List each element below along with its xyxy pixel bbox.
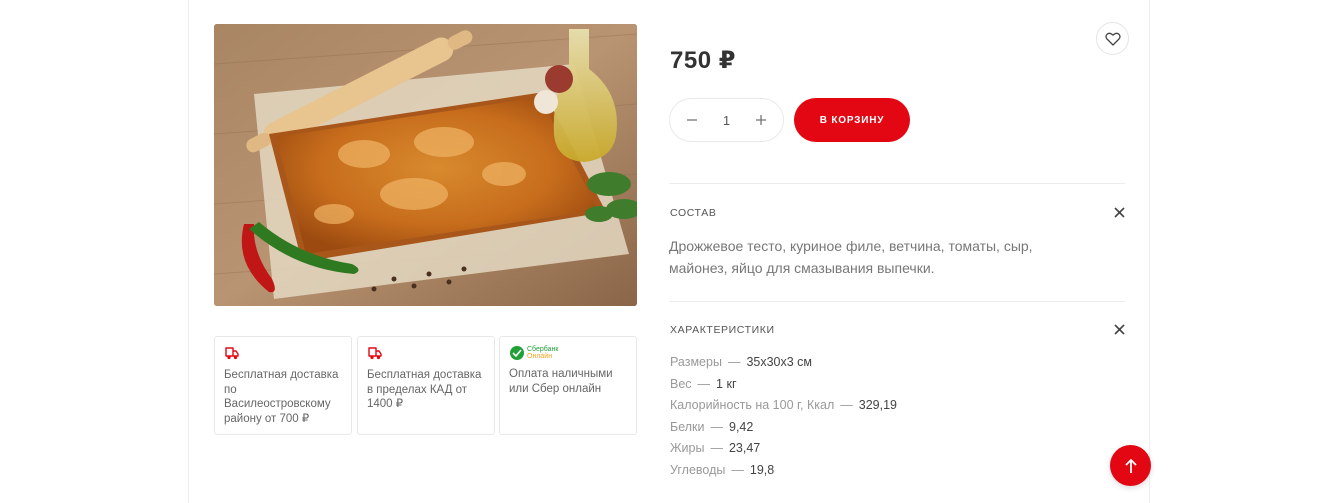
spec-name: Калорийность на 100 г, Ккал	[670, 398, 835, 412]
spec-dash: —	[727, 355, 741, 369]
scroll-to-top-button[interactable]	[1110, 445, 1151, 486]
plus-icon	[755, 115, 766, 125]
spec-value: 9,42	[729, 419, 754, 434]
sberbank-logo-subtext: Онлайн	[527, 353, 553, 360]
characteristics-list: Размеры — 35х30х3 см Вес — 1 кг Калорийность…	[670, 352, 897, 481]
heart-icon	[1104, 32, 1121, 46]
quantity-value[interactable]: 1	[723, 113, 730, 128]
spec-value: 35х30х3 см	[746, 355, 813, 369]
close-icon	[1113, 323, 1125, 335]
spec-dash: —	[731, 462, 744, 477]
spec-name: Размеры	[670, 355, 722, 369]
spec-row-weight: Вес — 1 кг	[670, 374, 897, 396]
spec-dash: —	[697, 376, 711, 391]
divider	[669, 301, 1125, 302]
delivery-truck-icon	[225, 347, 239, 360]
sberbank-logo-text: Сбербанк	[527, 346, 559, 353]
spec-value: 23,47	[728, 441, 761, 455]
product-price: 750 ₽	[670, 47, 736, 74]
spec-row-size: Размеры — 35х30х3 см	[670, 352, 897, 374]
info-card-delivery-kad: Бесплатная доставка в пределах КАД от 14…	[357, 336, 495, 435]
characteristics-collapse-button[interactable]	[1112, 322, 1126, 336]
wishlist-button[interactable]	[1096, 22, 1129, 55]
sberbank-logo-icon: Сбербанк Онлайн	[509, 345, 627, 361]
quantity-stepper: 1	[669, 98, 784, 142]
quantity-decrease-button[interactable]	[684, 112, 700, 128]
info-card-text: Бесплатная доставка по Василеостровскому…	[224, 369, 339, 425]
characteristics-title[interactable]: Характеристики	[670, 324, 775, 336]
close-icon	[1113, 206, 1125, 218]
spec-dash: —	[710, 419, 724, 434]
spec-name: Жиры	[670, 441, 705, 455]
spec-value: 1 кг	[716, 376, 737, 391]
arrow-up-icon	[1124, 458, 1137, 473]
spec-row-calories: Калорийность на 100 г, Ккал — 329,19	[670, 395, 897, 417]
composition-collapse-button[interactable]	[1112, 205, 1126, 219]
composition-text: Дрожжевое тесто, куриное филе, ветчина, …	[669, 238, 1033, 276]
spec-row-carbs: Углеводы — 19,8	[670, 460, 897, 482]
quantity-increase-button[interactable]	[753, 112, 769, 128]
spec-dash: —	[840, 398, 853, 412]
info-card-delivery-district: Бесплатная доставка по Василеостровскому…	[214, 336, 352, 435]
divider	[669, 183, 1125, 184]
spec-name: Углеводы	[670, 462, 726, 477]
spec-value: 329,19	[858, 398, 897, 412]
info-card-payment: Сбербанк Онлайн Оплата наличными или Сбе…	[499, 336, 637, 435]
composition-title[interactable]: Состав	[670, 207, 716, 219]
info-card-text: Оплата наличными или Сбер онлайн	[509, 368, 613, 395]
product-image	[214, 24, 637, 306]
spec-row-fats: Жиры — 23,47	[670, 438, 897, 460]
spec-row-proteins: Белки — 9,42	[670, 417, 897, 439]
delivery-truck-icon	[368, 347, 382, 360]
minus-icon	[687, 119, 697, 121]
spec-name: Белки	[670, 419, 705, 434]
add-to-cart-button[interactable]: В корзину	[794, 98, 910, 142]
spec-dash: —	[710, 441, 723, 455]
spec-value: 19,8	[749, 462, 775, 477]
info-card-text: Бесплатная доставка в пределах КАД от 14…	[367, 369, 482, 410]
spec-name: Вес	[670, 376, 692, 391]
